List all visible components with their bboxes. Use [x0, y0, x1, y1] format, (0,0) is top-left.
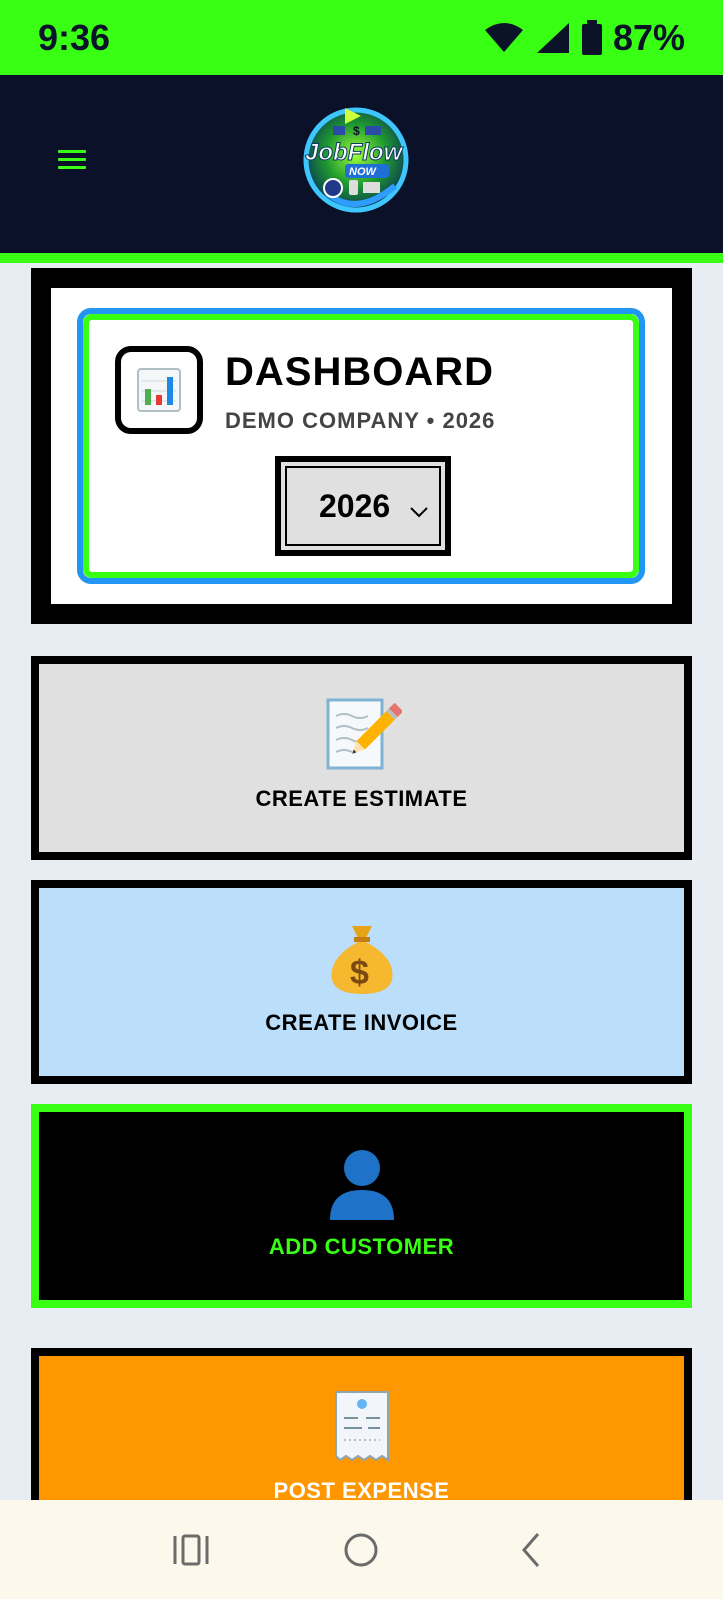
- company-subtitle: DEMO COMPANY • 2026: [225, 408, 496, 433]
- status-time: 9:36: [38, 16, 111, 58]
- svg-text:JobFlow: JobFlow: [305, 139, 404, 166]
- status-bar: 9:36 87%: [0, 0, 723, 75]
- battery-icon: [581, 19, 602, 55]
- status-icons: 87%: [483, 17, 685, 59]
- dashboard-panel: DASHBOARD DEMO COMPANY • 2026 2026: [31, 268, 692, 624]
- create-estimate-button[interactable]: CREATE ESTIMATE: [31, 656, 692, 860]
- wifi-icon: [484, 22, 523, 52]
- user-silhouette-icon: [329, 1150, 394, 1220]
- svg-text:NOW: NOW: [349, 166, 378, 178]
- jobflow-logo: $ JobFlow NOW: [303, 107, 409, 213]
- bar-chart-icon: [137, 368, 181, 412]
- year-select[interactable]: 2026: [275, 456, 451, 556]
- dashboard-icon-box: [115, 346, 203, 434]
- signal-icon: [536, 22, 569, 53]
- page-title: DASHBOARD: [225, 350, 494, 394]
- create-invoice-button[interactable]: $ CREATE INVOICE: [31, 880, 692, 1084]
- create-invoice-label: CREATE INVOICE: [265, 1010, 458, 1035]
- svg-text:$: $: [353, 124, 360, 138]
- money-bag-icon: $: [331, 926, 392, 994]
- dashboard-card: DASHBOARD DEMO COMPANY • 2026 2026: [77, 308, 645, 584]
- battery-percent: 87%: [612, 16, 685, 58]
- add-customer-label: ADD CUSTOMER: [268, 1234, 455, 1259]
- home-icon[interactable]: [341, 1530, 381, 1570]
- hamburger-menu-icon[interactable]: [58, 145, 86, 181]
- app-header: $ JobFlow NOW: [0, 75, 723, 253]
- chevron-down-icon: [410, 507, 428, 518]
- back-icon[interactable]: [512, 1530, 552, 1570]
- svg-text:$: $: [350, 954, 369, 992]
- create-estimate-label: CREATE ESTIMATE: [255, 786, 468, 811]
- add-customer-button[interactable]: ADD CUSTOMER: [31, 1104, 692, 1308]
- memo-pencil-icon: [326, 698, 402, 770]
- dashboard-panel-inner: DASHBOARD DEMO COMPANY • 2026 2026: [51, 288, 672, 604]
- header-accent-line: [0, 253, 723, 263]
- recent-apps-icon[interactable]: [171, 1530, 211, 1570]
- year-select-value: 2026: [319, 487, 391, 524]
- receipt-icon: [334, 1391, 389, 1462]
- system-nav-bar: [0, 1500, 723, 1599]
